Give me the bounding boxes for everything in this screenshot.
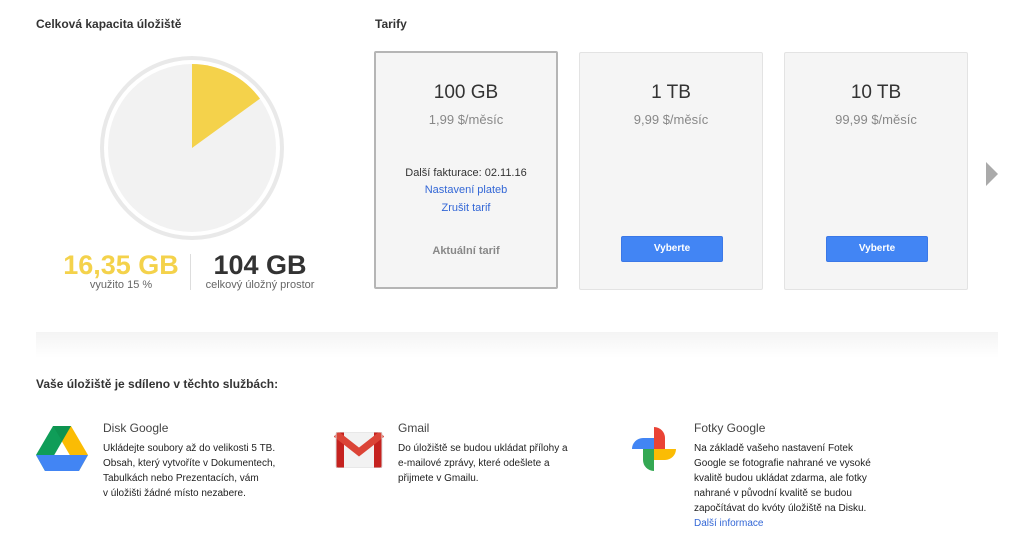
service-desc-photos: Na základě vašeho nastavení Fotek Google… xyxy=(694,441,914,531)
storage-total-value: 104 GB xyxy=(213,250,307,280)
plan-size: 10 TB xyxy=(850,82,902,103)
desc-line: Tabulkách nebo Prezentacích, vám xyxy=(103,473,259,484)
plan-card-100gb: 100 GB 1,99 $/měsíc Další fakturace: 02.… xyxy=(374,51,558,289)
desc-line: Obsah, který vytvoříte v Dokumentech, xyxy=(103,458,276,469)
plan-price: 99,99 $/měsíc xyxy=(835,112,917,127)
services-title: Vaše úložiště je sdíleno v těchto službá… xyxy=(36,377,279,391)
desc-line: započítávat do kvóty úložiště na Disku. xyxy=(694,503,867,514)
desc-line: v úložišti žádné místo nezabere. xyxy=(103,488,246,499)
gmail-icon xyxy=(333,431,385,480)
learn-more-link[interactable]: Další informace xyxy=(694,516,914,531)
plan-next-billing: Další fakturace: 02.11.16 xyxy=(405,167,527,179)
storage-used-value: 16,35 GB xyxy=(63,250,179,280)
storage-total-label: celkový úložný prostor xyxy=(205,279,315,291)
storage-title: Celková kapacita úložiště xyxy=(36,17,182,31)
google-drive-icon xyxy=(36,424,88,472)
plan-size: 100 GB xyxy=(433,82,499,103)
current-plan-label: Aktuální tarif xyxy=(432,245,500,257)
desc-line: přijmete v Gmailu. xyxy=(398,473,479,484)
service-name-gmail: Gmail xyxy=(398,421,430,435)
plan-card-10tb: 10 TB 99,99 $/měsíc Vyberte xyxy=(784,52,968,290)
storage-used-label: využito 15 % xyxy=(89,279,153,291)
desc-line: e-mailové zprávy, které odešlete a xyxy=(398,458,550,469)
desc-line: kvalitě budou ukládat zdarma, ale fotky xyxy=(694,473,867,484)
desc-line: Ukládejte soubory až do velikosti 5 TB. xyxy=(103,443,276,454)
desc-line: Na základě vašeho nastavení Fotek xyxy=(694,443,853,454)
select-plan-button-10tb[interactable]: Vyberte xyxy=(826,236,928,262)
plan-price: 9,99 $/měsíc xyxy=(633,112,709,127)
desc-line: nahrané v původní kvalitě se budou xyxy=(694,488,852,499)
service-name-photos: Fotky Google xyxy=(694,421,766,435)
service-name-drive: Disk Google xyxy=(103,421,169,435)
desc-line: Do úložiště se budou ukládat přílohy a xyxy=(398,443,568,454)
select-plan-button-1tb[interactable]: Vyberte xyxy=(621,236,723,262)
service-desc-gmail: Do úložiště se budou ukládat přílohy a e… xyxy=(398,441,608,486)
chevron-right-icon[interactable] xyxy=(984,162,1000,186)
plan-card-1tb: 1 TB 9,99 $/měsíc Vyberte xyxy=(579,52,763,290)
service-desc-drive: Ukládejte soubory až do velikosti 5 TB. … xyxy=(103,441,313,501)
section-separator xyxy=(36,332,998,358)
cancel-plan-link[interactable]: Zrušit tarif xyxy=(376,202,556,214)
storage-usage-pie xyxy=(98,54,286,242)
plan-size: 1 TB xyxy=(651,82,691,103)
desc-line: Google se fotografie nahrané ve vysoké xyxy=(694,458,871,469)
stat-divider xyxy=(190,254,191,290)
google-photos-icon xyxy=(629,424,679,472)
plans-title: Tarify xyxy=(375,17,407,31)
payment-settings-link[interactable]: Nastavení plateb xyxy=(376,184,556,196)
plan-price: 1,99 $/měsíc xyxy=(428,112,504,127)
